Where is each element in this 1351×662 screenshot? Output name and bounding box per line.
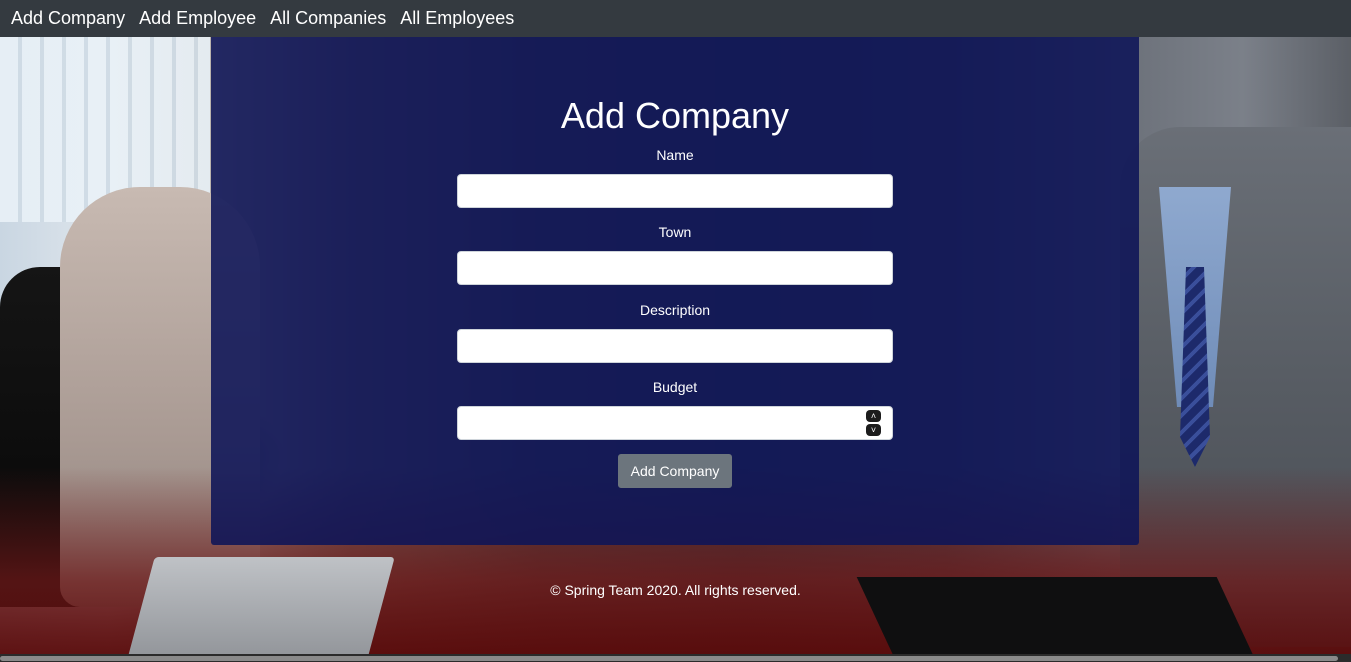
town-input[interactable] [457, 251, 893, 285]
top-navbar: Add Company Add Employee All Companies A… [0, 0, 1351, 37]
description-field-group: Description [457, 300, 893, 363]
background-laptop [125, 557, 395, 654]
stepper-up-icon[interactable]: ˄ [866, 410, 881, 422]
nav-add-employee[interactable]: Add Employee [139, 8, 256, 29]
town-label: Town [658, 224, 692, 240]
name-field-group: Name [457, 145, 893, 208]
nav-all-employees[interactable]: All Employees [400, 8, 514, 29]
stepper-down-icon[interactable]: ˅ [866, 424, 881, 436]
budget-input[interactable]: ˄ ˅ [457, 406, 893, 440]
add-company-button[interactable]: Add Company [618, 454, 732, 488]
town-field-group: Town [457, 222, 893, 285]
add-company-form-panel: Add Company Name Town Description Budget… [211, 37, 1139, 545]
budget-stepper[interactable]: ˄ ˅ [866, 410, 881, 436]
name-input[interactable] [457, 174, 893, 208]
description-label: Description [639, 302, 711, 318]
nav-add-company[interactable]: Add Company [11, 8, 125, 29]
page-title: Add Company [560, 95, 790, 136]
footer-copyright: © Spring Team 2020. All rights reserved. [550, 582, 801, 598]
name-label: Name [656, 147, 694, 163]
nav-all-companies[interactable]: All Companies [270, 8, 386, 29]
budget-field-group: Budget ˄ ˅ [457, 377, 893, 440]
horizontal-scrollbar[interactable] [0, 654, 1351, 662]
scrollbar-thumb[interactable] [0, 656, 1338, 661]
budget-label: Budget [652, 379, 698, 395]
description-input[interactable] [457, 329, 893, 363]
